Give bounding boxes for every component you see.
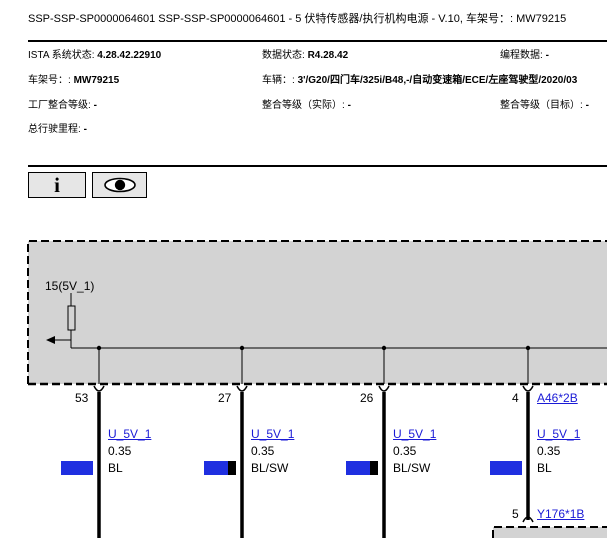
- connector-link-y176-1b[interactable]: Y176*1B: [537, 507, 584, 521]
- wire-color-swatch: [61, 461, 93, 475]
- wire-gauge: 0.35: [108, 444, 132, 458]
- signal-link-u5v1[interactable]: U_5V_1: [537, 427, 580, 441]
- wire-color-code: BL/SW: [393, 461, 431, 475]
- signal-link-u5v1[interactable]: U_5V_1: [108, 427, 151, 441]
- pin-number: 27: [218, 391, 232, 405]
- wire-color-code: BL/SW: [251, 461, 289, 475]
- wire-gauge: 0.35: [251, 444, 275, 458]
- signal-link-u5v1[interactable]: U_5V_1: [251, 427, 294, 441]
- wire-color-code: BL: [537, 461, 552, 475]
- wire-gauge: 0.35: [393, 444, 417, 458]
- wire-color-swatch: [204, 461, 236, 475]
- pin-number: 4: [512, 391, 519, 405]
- pin-number: 53: [75, 391, 89, 405]
- signal-link-u5v1[interactable]: U_5V_1: [393, 427, 436, 441]
- wire-color-swatch: [490, 461, 522, 475]
- connector-y176-outline: [492, 526, 607, 538]
- pin-number: 5: [512, 507, 519, 521]
- connector-link-a46-2b[interactable]: A46*2B: [537, 391, 578, 405]
- wire-gauge: 0.35: [537, 444, 561, 458]
- wire-color-code: BL: [108, 461, 123, 475]
- pin-number: 26: [360, 391, 374, 405]
- wire-color-swatch: [346, 461, 378, 475]
